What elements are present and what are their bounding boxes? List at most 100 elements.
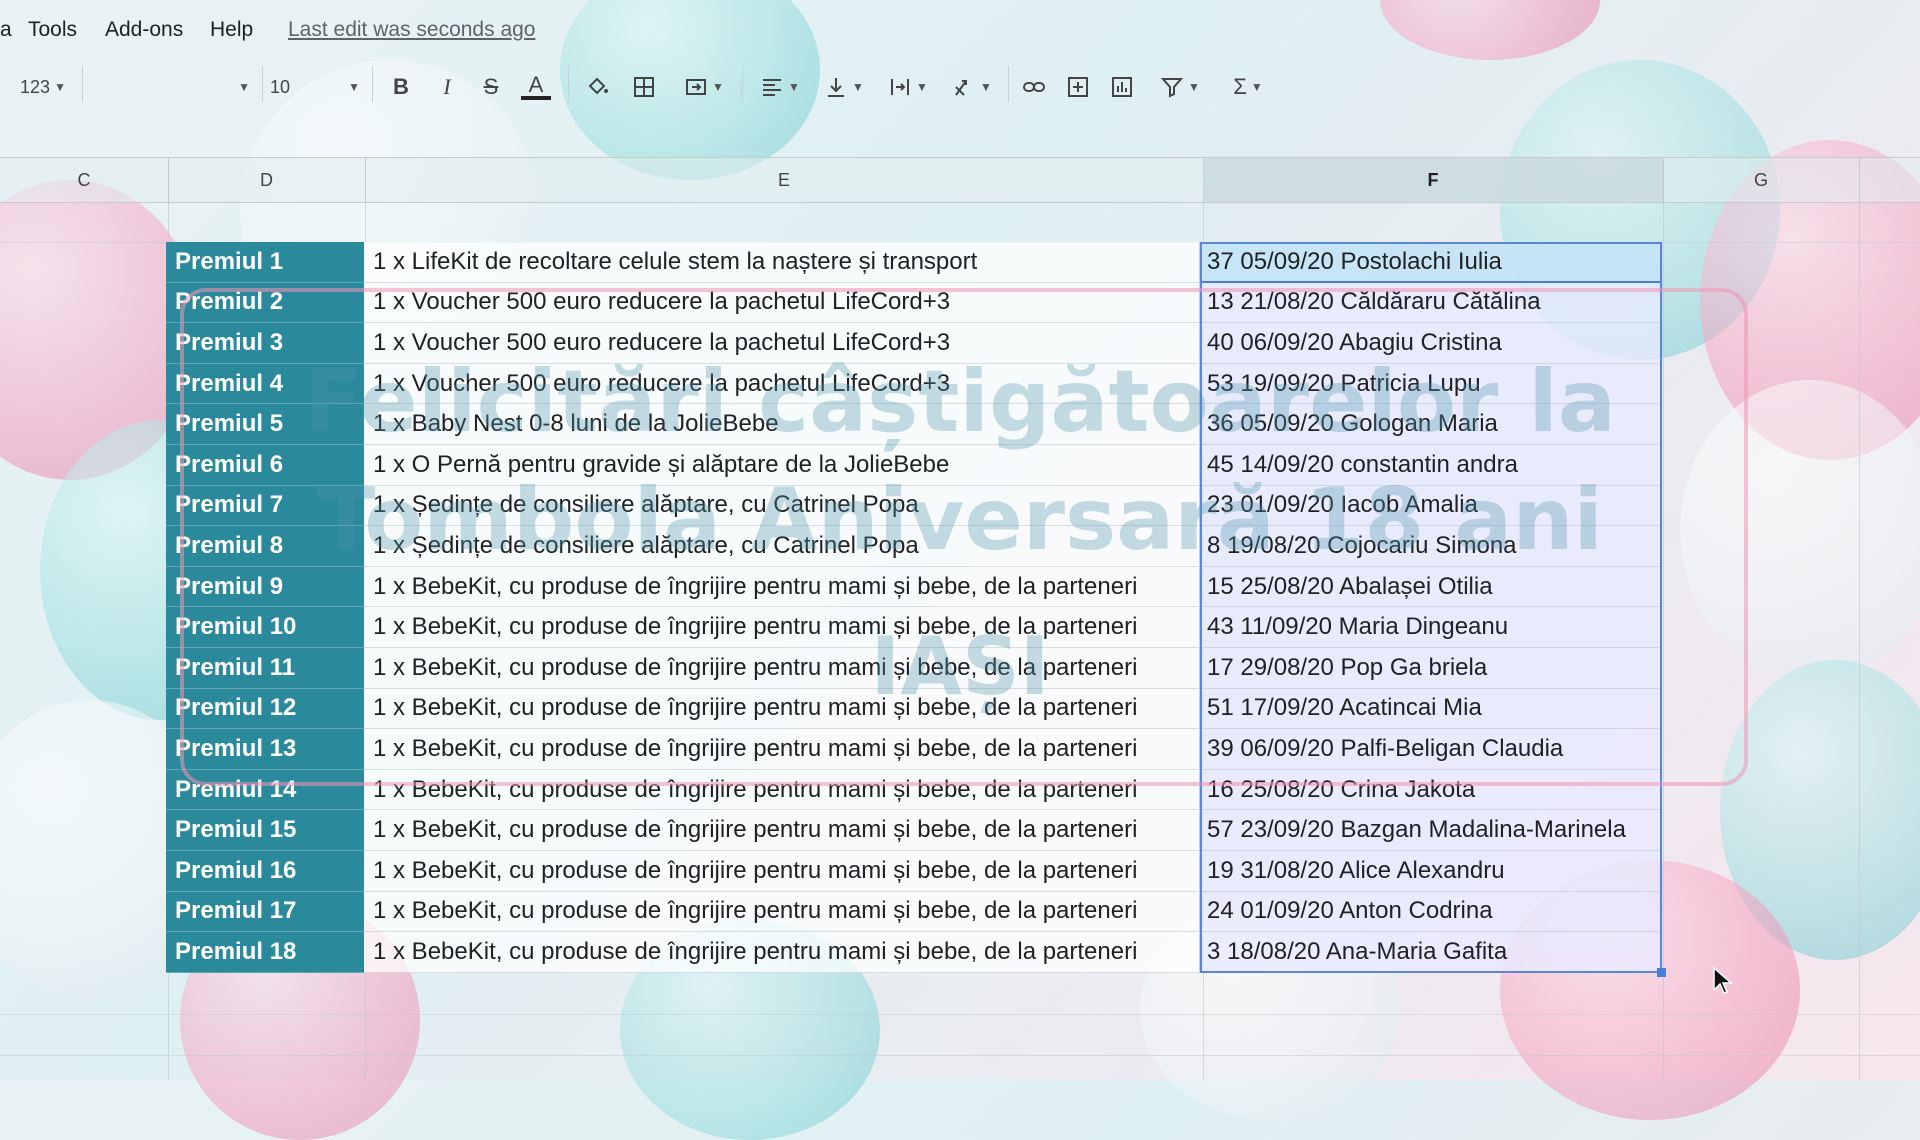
italic-icon: I (443, 74, 451, 99)
prize-cell[interactable]: Premiul 10 (166, 607, 364, 648)
last-edit-link[interactable]: Last edit was seconds ago (288, 18, 536, 42)
prize-cell[interactable]: Premiul 2 (166, 282, 364, 324)
description-cell[interactable]: 1 x BebeKit, cu produse de îngrijire pen… (364, 688, 1200, 730)
align-left-icon (763, 79, 782, 96)
prize-cell[interactable]: Premiul 7 (166, 485, 364, 527)
prize-cell[interactable]: Premiul 1 (166, 242, 364, 283)
description-cell[interactable]: 1 x Baby Nest 0-8 luni de la JolieBebe (364, 404, 1200, 445)
winner-cell[interactable]: 24 01/09/20 Anton Codrina (1200, 891, 1662, 933)
description-cell[interactable]: 1 x BebeKit, cu produse de îngrijire pen… (364, 729, 1200, 770)
winner-cell[interactable]: 40 06/09/20 Abagiu Cristina (1200, 323, 1662, 364)
description-cell[interactable]: 1 x Voucher 500 euro reducere la pachetu… (364, 323, 1200, 364)
chevron-down-icon: ▼ (788, 80, 800, 94)
prize-cell[interactable]: Premiul 4 (166, 363, 364, 405)
font-family-dropdown[interactable]: ▼ (90, 70, 250, 104)
link-icon (1023, 82, 1045, 92)
winner-cell[interactable]: 39 06/09/20 Palfi-Beligan Claudia (1200, 729, 1662, 770)
strikethrough-button[interactable]: S (476, 70, 506, 104)
winner-cell[interactable]: 57 23/09/20 Bazgan Madalina-Marinela (1200, 810, 1662, 851)
borders-button[interactable] (628, 70, 660, 104)
column-header-bar: C D E F G (0, 157, 1920, 203)
vertical-align-button[interactable]: ▼ (816, 70, 872, 104)
text-wrapping-button[interactable]: ▼ (880, 70, 936, 104)
prize-cell[interactable]: Premiul 17 (166, 891, 364, 933)
menu-item-tools[interactable]: Tools (28, 18, 77, 42)
description-cell[interactable]: 1 x BebeKit, cu produse de îngrijire pen… (364, 648, 1200, 689)
insert-link-button[interactable] (1018, 70, 1050, 104)
functions-button[interactable]: Σ ▼ (1222, 70, 1274, 104)
table-row: Premiul 81 x Ședințe de consiliere alăpt… (166, 526, 1662, 567)
prize-cell[interactable]: Premiul 13 (166, 729, 364, 770)
horizontal-align-button[interactable]: ▼ (752, 70, 808, 104)
menu-item-addons[interactable]: Add-ons (105, 18, 183, 42)
winner-cell[interactable]: 16 25/08/20 Crina Jakota (1200, 769, 1662, 811)
winner-cell[interactable]: 43 11/09/20 Maria Dingeanu (1200, 607, 1662, 648)
description-cell[interactable]: 1 x BebeKit, cu produse de îngrijire pen… (364, 769, 1200, 811)
prize-cell[interactable]: Premiul 11 (166, 648, 364, 689)
winner-cell[interactable]: 36 05/09/20 Gologan Maria (1200, 404, 1662, 445)
insert-comment-button[interactable] (1062, 70, 1094, 104)
winner-cell[interactable]: 17 29/08/20 Pop Ga briela (1200, 648, 1662, 689)
menu-item-help[interactable]: Help (210, 18, 253, 42)
prize-cell[interactable]: Premiul 15 (166, 810, 364, 851)
table-row: Premiul 31 x Voucher 500 euro reducere l… (166, 323, 1662, 364)
chevron-down-icon: ▼ (1188, 80, 1200, 94)
column-header-d[interactable]: D (168, 158, 366, 202)
insert-chart-button[interactable] (1106, 70, 1138, 104)
bold-icon: B (393, 74, 409, 99)
fill-color-button[interactable] (582, 70, 614, 104)
description-cell[interactable]: 1 x Ședințe de consiliere alăptare, cu C… (364, 485, 1200, 527)
winner-cell[interactable]: 3 18/08/20 Ana-Maria Gafita (1200, 932, 1662, 973)
fill-handle[interactable] (1657, 968, 1666, 977)
align-bottom-icon (828, 78, 845, 97)
description-cell[interactable]: 1 x Ședințe de consiliere alăptare, cu C… (364, 526, 1200, 567)
winner-cell[interactable]: 37 05/09/20 Postolachi Iulia (1200, 242, 1662, 283)
column-header-c[interactable]: C (0, 158, 169, 202)
prize-cell[interactable]: Premiul 3 (166, 323, 364, 364)
font-size-value: 10 (270, 76, 291, 97)
menu-item-data[interactable]: a (0, 18, 12, 42)
description-cell[interactable]: 1 x BebeKit, cu produse de îngrijire pen… (364, 891, 1200, 933)
description-cell[interactable]: 1 x BebeKit, cu produse de îngrijire pen… (364, 810, 1200, 851)
strikethrough-icon: S (483, 74, 499, 99)
column-header-f[interactable]: F (1203, 158, 1664, 202)
merge-cells-button[interactable]: ▼ (674, 70, 734, 104)
prize-cell[interactable]: Premiul 18 (166, 932, 364, 973)
table-row: Premiul 11 x LifeKit de recoltare celule… (166, 242, 1662, 283)
comment-add-icon (1068, 77, 1088, 97)
winner-cell[interactable]: 53 19/09/20 Patricia Lupu (1200, 363, 1662, 405)
prize-cell[interactable]: Premiul 8 (166, 526, 364, 567)
description-cell[interactable]: 1 x BebeKit, cu produse de îngrijire pen… (364, 851, 1200, 892)
winner-cell[interactable]: 15 25/08/20 Abalașei Otilia (1200, 566, 1662, 608)
description-cell[interactable]: 1 x BebeKit, cu produse de îngrijire pen… (364, 566, 1200, 608)
column-header-g[interactable]: G (1663, 158, 1860, 202)
chevron-down-icon: ▼ (1250, 80, 1263, 94)
text-rotation-button[interactable]: ▼ (944, 70, 1000, 104)
prize-cell[interactable]: Premiul 14 (166, 769, 364, 811)
winner-cell[interactable]: 13 21/08/20 Căldăraru Cătălina (1200, 282, 1662, 324)
description-cell[interactable]: 1 x LifeKit de recoltare celule stem la … (364, 242, 1200, 283)
winner-cell[interactable]: 23 01/09/20 Iacob Amalia (1200, 485, 1662, 527)
text-color-button[interactable]: A (520, 70, 552, 104)
more-formats-button[interactable]: 123 ▼ (14, 70, 72, 104)
description-cell[interactable]: 1 x O Pernă pentru gravide și alăptare d… (364, 445, 1200, 486)
winner-cell[interactable]: 51 17/09/20 Acatincai Mia (1200, 688, 1662, 730)
prize-cell[interactable]: Premiul 16 (166, 851, 364, 892)
italic-button[interactable]: I (432, 70, 462, 104)
description-cell[interactable]: 1 x BebeKit, cu produse de îngrijire pen… (364, 607, 1200, 648)
prize-cell[interactable]: Premiul 5 (166, 404, 364, 445)
bold-button[interactable]: B (386, 70, 416, 104)
description-cell[interactable]: 1 x Voucher 500 euro reducere la pachetu… (364, 363, 1200, 405)
filter-button[interactable]: ▼ (1150, 70, 1210, 104)
table-row: Premiul 12 1 x BebeKit, cu produse de îng… (166, 688, 1662, 730)
prize-cell[interactable]: Premiul 9 (166, 566, 364, 608)
description-cell[interactable]: 1 x BebeKit, cu produse de îngrijire pen… (364, 932, 1200, 973)
winner-cell[interactable]: 8 19/08/20 Cojocariu Simona (1200, 526, 1662, 567)
prize-cell[interactable]: Premiul 6 (166, 445, 364, 486)
description-cell[interactable]: 1 x Voucher 500 euro reducere la pachetu… (364, 282, 1200, 324)
font-size-dropdown[interactable]: 10 ▼ (270, 70, 360, 104)
prize-cell[interactable]: Premiul 12 (166, 688, 364, 730)
winner-cell[interactable]: 45 14/09/20 constantin andra (1200, 445, 1662, 486)
winner-cell[interactable]: 19 31/08/20 Alice Alexandru (1200, 851, 1662, 892)
column-header-e[interactable]: E (365, 158, 1204, 202)
